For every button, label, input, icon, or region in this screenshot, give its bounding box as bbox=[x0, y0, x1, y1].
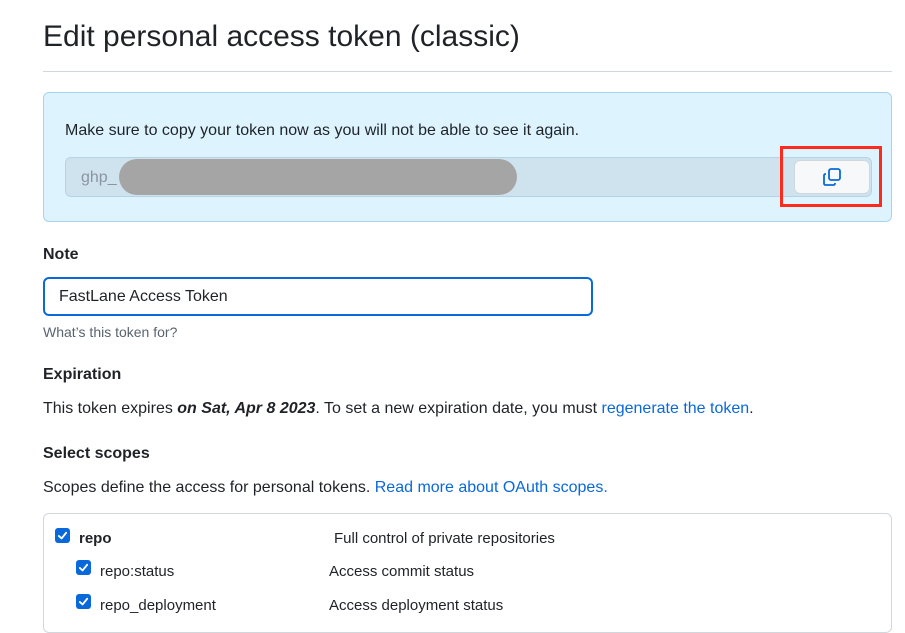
oauth-scopes-link[interactable]: Read more about OAuth scopes. bbox=[375, 479, 608, 496]
scopes-text: Scopes define the access for personal to… bbox=[43, 479, 608, 497]
scope-name: repo:status bbox=[100, 563, 175, 580]
scope-row-repo-status: repo:status Access commit status bbox=[44, 560, 891, 590]
scope-row-repo: repo Full control of private repositorie… bbox=[44, 526, 891, 556]
scope-description: Access deployment status bbox=[329, 597, 504, 614]
copy-token-button[interactable] bbox=[794, 160, 870, 194]
note-hint: What’s this token for? bbox=[43, 324, 178, 340]
expiration-text-end: . bbox=[749, 400, 754, 417]
scopes-label: Select scopes bbox=[43, 445, 150, 462]
note-input[interactable] bbox=[43, 277, 593, 316]
scope-description: Full control of private repositories bbox=[334, 530, 555, 547]
token-redaction bbox=[119, 159, 517, 195]
expiration-date: on Sat, Apr 8 2023 bbox=[177, 400, 316, 417]
scope-row-repo-deployment: repo_deployment Access deployment status bbox=[44, 594, 891, 624]
expiration-text-after: . To set a new expiration date, you must bbox=[315, 400, 602, 417]
checkmark-icon bbox=[57, 531, 68, 540]
expiration-text: This token expires on Sat, Apr 8 2023. T… bbox=[43, 400, 754, 418]
scope-name: repo_deployment bbox=[100, 597, 216, 614]
expiration-text-before: This token expires bbox=[43, 400, 178, 417]
scopes-list: repo Full control of private repositorie… bbox=[43, 513, 892, 633]
scope-name: repo bbox=[79, 530, 112, 547]
token-flash-banner: Make sure to copy your token now as you … bbox=[43, 92, 892, 222]
token-flash-message: Make sure to copy your token now as you … bbox=[65, 122, 580, 139]
copy-icon bbox=[823, 168, 841, 186]
checkmark-icon bbox=[78, 563, 89, 572]
regenerate-token-link[interactable]: regenerate the token bbox=[602, 400, 750, 417]
expiration-label: Expiration bbox=[43, 366, 122, 383]
title-divider bbox=[43, 71, 892, 72]
scopes-description: Scopes define the access for personal to… bbox=[43, 479, 375, 496]
repo-checkbox[interactable] bbox=[55, 528, 70, 543]
page-title: Edit personal access token (classic) bbox=[43, 20, 520, 53]
token-value-field[interactable]: ghp_ bbox=[65, 157, 872, 197]
scope-description: Access commit status bbox=[329, 563, 475, 580]
token-prefix: ghp_ bbox=[81, 169, 117, 186]
note-label: Note bbox=[43, 246, 79, 263]
page: Edit personal access token (classic) Mak… bbox=[0, 0, 905, 633]
repo-status-checkbox[interactable] bbox=[76, 560, 91, 575]
